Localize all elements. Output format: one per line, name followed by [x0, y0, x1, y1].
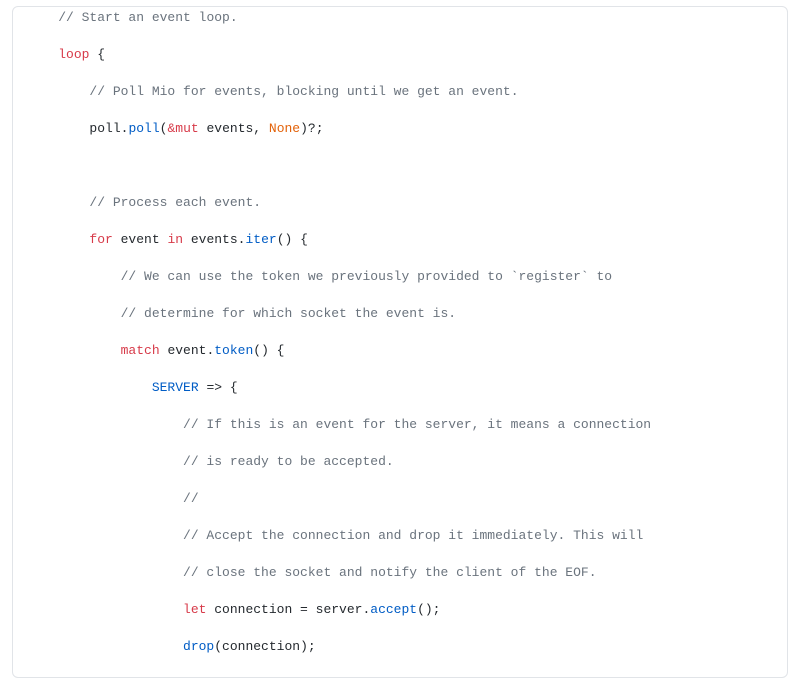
page-container: // Start an event loop. loop { // Poll M… [0, 0, 800, 688]
code-line: // Poll Mio for events, blocking until w… [13, 83, 787, 102]
code-line: poll.poll(&mut events, None)?; [13, 120, 787, 139]
code-pre: // Start an event loop. loop { // Poll M… [13, 9, 787, 678]
code-line: // If this is an event for the server, i… [13, 416, 787, 435]
code-line: loop { [13, 46, 787, 65]
code-line: // determine for which socket the event … [13, 305, 787, 324]
code-line [13, 157, 787, 176]
code-line: // close the socket and notify the clien… [13, 564, 787, 583]
code-line: // is ready to be accepted. [13, 453, 787, 472]
code-line: let connection = server.accept(); [13, 601, 787, 620]
code-line: // [13, 490, 787, 509]
code-line: drop(connection); [13, 638, 787, 657]
code-line: // Accept the connection and drop it imm… [13, 527, 787, 546]
code-line: // We can use the token we previously pr… [13, 268, 787, 287]
code-line: for event in events.iter() { [13, 231, 787, 250]
code-block: // Start an event loop. loop { // Poll M… [12, 6, 788, 678]
code-line: match event.token() { [13, 342, 787, 361]
code-line: SERVER => { [13, 379, 787, 398]
code-line: // Process each event. [13, 194, 787, 213]
code-line: } [13, 675, 787, 678]
code-line: // Start an event loop. [13, 9, 787, 28]
